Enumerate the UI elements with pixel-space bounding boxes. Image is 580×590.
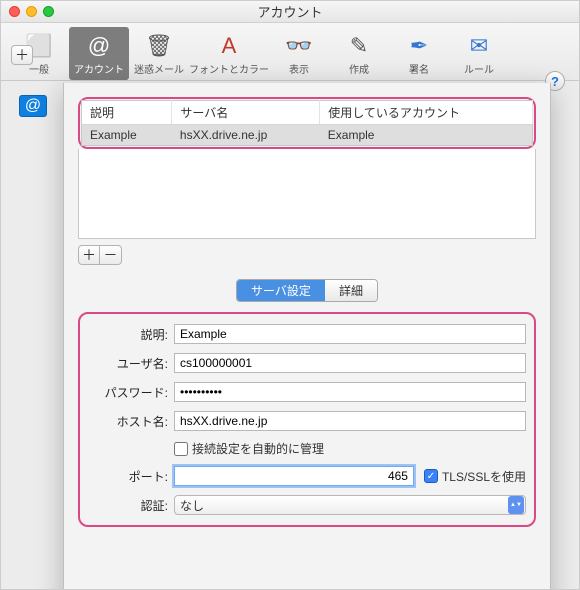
table-header-row: 説明 サーバ名 使用しているアカウント — [82, 101, 533, 125]
close-icon[interactable] — [9, 6, 20, 17]
auth-select[interactable]: なし ▲▼ — [174, 495, 526, 515]
toolbar: ⬜ 一般 @ アカウント 🗑 迷惑メール A フォントとカラー 👓 表示 ✎ 作… — [1, 23, 579, 81]
tab-server-settings[interactable]: サーバ設定 — [237, 280, 325, 301]
zoom-icon[interactable] — [43, 6, 54, 17]
tab-fonts[interactable]: A フォントとカラー — [189, 27, 269, 80]
tls-checkbox[interactable]: ✓ — [424, 469, 438, 483]
titlebar: アカウント — [1, 1, 579, 23]
table-row[interactable]: Example hsXX.drive.ne.jp Example — [82, 125, 533, 146]
server-settings-form: 説明: ユーザ名: パスワード: ホスト名: — [78, 312, 536, 527]
tab-label: 作成 — [349, 61, 369, 76]
window-controls — [9, 6, 54, 17]
table-empty-area — [78, 149, 536, 239]
fonts-icon: A — [213, 31, 245, 61]
tab-junk[interactable]: 🗑 迷惑メール — [129, 27, 189, 80]
auto-manage-checkbox[interactable] — [174, 442, 188, 456]
glasses-icon: 👓 — [283, 31, 315, 61]
at-icon: @ — [83, 31, 115, 61]
remove-server-button[interactable]: － — [100, 245, 122, 265]
tab-accounts[interactable]: @ アカウント — [69, 27, 129, 80]
server-table-highlight: 説明 サーバ名 使用しているアカウント Example hsXX.drive.n… — [78, 97, 536, 149]
tab-label: 署名 — [409, 61, 429, 76]
auth-value: なし — [180, 497, 204, 514]
tab-advanced[interactable]: 詳細 — [325, 280, 377, 301]
settings-tabs: サーバ設定 詳細 — [78, 279, 536, 302]
username-field[interactable] — [174, 353, 526, 373]
tab-label: アカウント — [74, 61, 124, 76]
tab-label: フォントとカラー — [189, 61, 269, 76]
username-label: ユーザ名: — [88, 355, 174, 372]
host-label: ホスト名: — [88, 413, 174, 430]
body: @ ＋ ? 説明 サーバ名 使用しているアカウント Example — [1, 81, 579, 105]
preferences-window: アカウント ⬜ 一般 @ アカウント 🗑 迷惑メール A フォントとカラー 👓 … — [0, 0, 580, 590]
signature-icon: ✒ — [403, 31, 435, 61]
tab-composing[interactable]: ✎ 作成 — [329, 27, 389, 80]
password-field[interactable] — [174, 382, 526, 402]
auto-manage-label: 接続設定を自動的に管理 — [192, 440, 324, 457]
add-server-button[interactable]: ＋ — [78, 245, 100, 265]
col-accounts[interactable]: 使用しているアカウント — [320, 101, 533, 125]
col-server[interactable]: サーバ名 — [172, 101, 320, 125]
tab-viewing[interactable]: 👓 表示 — [269, 27, 329, 80]
description-field[interactable] — [174, 324, 526, 344]
minimize-icon[interactable] — [26, 6, 37, 17]
port-field[interactable] — [174, 466, 414, 486]
account-at-icon[interactable]: @ — [19, 95, 47, 117]
smtp-sheet: 説明 サーバ名 使用しているアカウント Example hsXX.drive.n… — [63, 83, 551, 590]
chevron-updown-icon: ▲▼ — [508, 496, 524, 514]
auth-label: 認証: — [88, 497, 174, 514]
port-label: ポート: — [88, 468, 174, 485]
password-label: パスワード: — [88, 384, 174, 401]
server-table[interactable]: 説明 サーバ名 使用しているアカウント Example hsXX.drive.n… — [81, 100, 533, 146]
bg-add-button[interactable]: ＋ — [11, 45, 33, 65]
tab-rules[interactable]: ✉ ルール — [449, 27, 509, 80]
tab-label: 迷惑メール — [134, 61, 184, 76]
tab-label: 表示 — [289, 61, 309, 76]
tls-label: TLS/SSLを使用 — [442, 468, 526, 485]
rules-icon: ✉ — [463, 31, 495, 61]
junk-icon: 🗑 — [143, 31, 175, 61]
cell-server: hsXX.drive.ne.jp — [172, 125, 320, 146]
cell-description: Example — [82, 125, 172, 146]
col-description[interactable]: 説明 — [82, 101, 172, 125]
compose-icon: ✎ — [343, 31, 375, 61]
host-field[interactable] — [174, 411, 526, 431]
tab-signatures[interactable]: ✒ 署名 — [389, 27, 449, 80]
cell-accounts: Example — [320, 125, 533, 146]
add-remove-buttons: ＋ － — [78, 245, 536, 265]
description-label: 説明: — [88, 326, 174, 343]
tab-label: ルール — [464, 61, 494, 76]
window-title: アカウント — [257, 2, 322, 21]
